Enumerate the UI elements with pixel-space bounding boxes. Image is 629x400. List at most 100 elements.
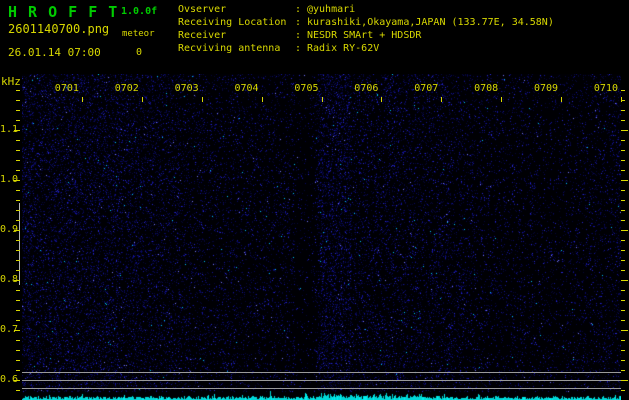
y-axis-minor-tick (621, 260, 625, 261)
y-axis-minor-tick (621, 340, 625, 341)
y-axis-minor-tick (16, 150, 20, 151)
x-axis-tick-label: 0703 (174, 83, 199, 94)
y-axis-minor-tick (16, 120, 20, 121)
x-axis-tick-label: 0701 (54, 83, 79, 94)
observation-datetime: 26.01.14 07:00 (8, 46, 101, 59)
info-label: Receiving Location (178, 17, 287, 28)
y-axis-minor-tick (16, 200, 20, 201)
y-axis-minor-tick (16, 160, 20, 161)
x-axis-tick-label: 0710 (593, 83, 618, 94)
hrofft-screen: H R O F F T 1.0.0f 2601140700.png meteor… (0, 0, 629, 400)
y-axis-tick-label: 0.9 (0, 224, 19, 235)
x-axis-tick (561, 97, 563, 102)
y-axis-minor-tick (621, 300, 625, 301)
info-label: Receiver (178, 30, 227, 41)
y-axis-tick (621, 380, 628, 381)
info-row: Ovserver: @yuhmari (178, 3, 554, 16)
y-axis-minor-tick (621, 250, 625, 251)
y-axis-minor-tick (16, 390, 20, 391)
y-axis-minor-tick (621, 120, 625, 121)
x-axis-tick-label: 0702 (114, 83, 139, 94)
info-separator: : (295, 43, 302, 54)
y-axis-minor-tick (16, 270, 20, 271)
info-value: NESDR SMArt + HDSDR (307, 30, 422, 41)
y-axis-minor-tick (16, 310, 20, 311)
y-axis-tick-label: 0.6 (0, 374, 19, 385)
output-filename: 2601140700.png (8, 22, 110, 36)
reference-line-lower (22, 388, 621, 389)
y-axis-minor-tick (16, 110, 20, 111)
station-info: Ovserver: @yuhmari Receiving Location: kura… (178, 3, 554, 55)
info-value: Radix RY-62V (307, 43, 380, 54)
y-axis-minor-tick (621, 100, 625, 101)
y-axis-minor-tick (16, 140, 20, 141)
x-axis-tick-label: 0706 (354, 83, 379, 94)
x-axis-tick-label: 0708 (474, 83, 499, 94)
info-value: @yuhmari (307, 4, 356, 15)
y-axis-minor-tick (621, 320, 625, 321)
y-axis-minor-tick (16, 260, 20, 261)
y-axis-minor-tick (16, 290, 20, 291)
y-axis-minor-tick (16, 170, 20, 171)
x-axis-tick-label: 0705 (294, 83, 319, 94)
y-axis-minor-tick (621, 350, 625, 351)
y-axis-minor-tick (16, 250, 20, 251)
y-axis-minor-tick (621, 150, 625, 151)
y-axis-minor-tick (621, 210, 625, 211)
info-row: Receiving Location: kurashiki,Okayama,JAP… (178, 16, 554, 29)
y-axis-minor-tick (16, 300, 20, 301)
y-axis-minor-tick (16, 210, 20, 211)
info-label: Ovserver (178, 4, 227, 15)
y-axis-tick-label: 0.8 (0, 274, 19, 285)
meteor-count-value: 0 (136, 47, 143, 58)
y-axis-minor-tick (621, 290, 625, 291)
meteor-count-label: meteor (122, 29, 155, 39)
x-axis-tick (501, 97, 503, 102)
y-axis-minor-tick (621, 390, 625, 391)
y-axis-minor-tick (621, 160, 625, 161)
y-axis-minor-tick (16, 370, 20, 371)
y-axis-minor-tick (621, 370, 625, 371)
reference-line-upper (22, 372, 621, 373)
y-axis-minor-tick (621, 220, 625, 221)
app-title: H R O F F T (8, 3, 119, 21)
x-axis-tick-label: 0704 (234, 83, 259, 94)
info-row: Recviving antenna: Radix RY-62V (178, 42, 554, 55)
info-separator: : (295, 30, 302, 41)
frequency-unit-label: kHz (1, 75, 21, 88)
y-axis-minor-tick (621, 200, 625, 201)
y-axis-tick (621, 280, 628, 281)
y-axis-minor-tick (621, 90, 625, 91)
detection-band-marker (19, 203, 20, 285)
x-axis-tick (81, 97, 83, 102)
x-axis-tick-label: 0709 (534, 83, 559, 94)
x-axis-tick (201, 97, 203, 102)
info-separator: : (295, 4, 302, 15)
y-axis-tick (621, 330, 628, 331)
y-axis-minor-tick (16, 340, 20, 341)
y-axis-minor-tick (16, 350, 20, 351)
reference-line-middle (22, 380, 621, 381)
x-axis-tick (441, 97, 443, 102)
y-axis-minor-tick (621, 190, 625, 191)
y-axis-tick-label: 0.7 (0, 324, 19, 335)
app-version: 1.0.0f (121, 6, 158, 17)
y-axis-minor-tick (621, 140, 625, 141)
y-axis-minor-tick (16, 220, 20, 221)
info-separator: : (295, 17, 302, 28)
y-axis-minor-tick (16, 100, 20, 101)
y-axis-minor-tick (621, 170, 625, 171)
y-axis-minor-tick (16, 360, 20, 361)
y-axis-minor-tick (16, 320, 20, 321)
y-axis-minor-tick (621, 240, 625, 241)
y-axis-minor-tick (621, 270, 625, 271)
y-axis-tick (621, 130, 628, 131)
x-axis-tick (321, 97, 323, 102)
x-axis-tick-label: 0707 (414, 83, 439, 94)
y-axis-tick (621, 180, 628, 181)
y-axis-tick (621, 230, 628, 231)
x-axis-tick (261, 97, 263, 102)
y-axis-minor-tick (621, 360, 625, 361)
y-axis-minor-tick (16, 240, 20, 241)
x-axis-tick (381, 97, 383, 102)
